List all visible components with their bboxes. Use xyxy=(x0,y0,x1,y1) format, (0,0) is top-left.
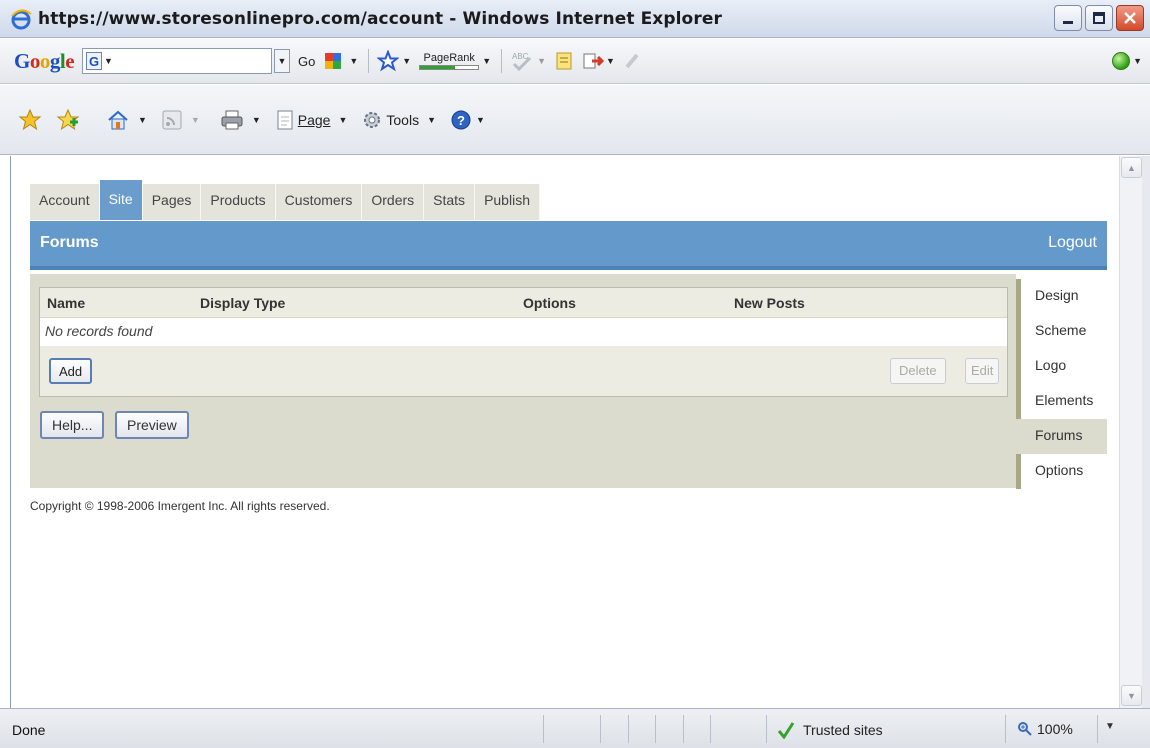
home-icon xyxy=(108,110,128,129)
feeds-button[interactable]: ▼ xyxy=(161,109,200,131)
close-button[interactable] xyxy=(1116,5,1144,31)
vertical-scrollbar[interactable]: ▲ ▼ xyxy=(1119,156,1142,708)
zoom-icon xyxy=(1018,722,1032,736)
forums-panel: Name Display Type Options New Posts No r… xyxy=(30,274,1016,488)
home-button[interactable]: ▼ xyxy=(106,108,147,132)
tools-menu[interactable]: Tools ▼ xyxy=(361,109,436,131)
add-favorites-icon[interactable] xyxy=(56,108,80,132)
copyright-text: Copyright © 1998-2006 Imergent Inc. All … xyxy=(30,499,330,513)
print-button[interactable]: ▼ xyxy=(220,109,261,131)
pagerank-indicator[interactable]: PageRank ▼ xyxy=(419,52,491,70)
gear-icon xyxy=(364,111,381,128)
security-zone[interactable]: Trusted sites xyxy=(777,721,883,739)
window-title: https://www.storesonlinepro.com/account … xyxy=(38,8,722,29)
logout-link[interactable]: Logout xyxy=(1048,234,1097,252)
zoom-dropdown-icon[interactable]: ▼ xyxy=(1105,721,1115,732)
forums-grid: Name Display Type Options New Posts No r… xyxy=(39,287,1008,397)
site-side-nav: Design Scheme Logo Elements Forums Optio… xyxy=(1016,279,1107,489)
internet-explorer-icon xyxy=(10,8,32,30)
tab-publish[interactable]: Publish xyxy=(475,184,540,220)
edit-button[interactable]: Edit xyxy=(965,358,1000,384)
empty-records-message: No records found xyxy=(40,318,1007,346)
spellcheck-icon[interactable]: ABC ▼ xyxy=(510,50,546,72)
close-icon xyxy=(1124,12,1136,24)
checkmark-icon xyxy=(777,722,795,739)
google-toolbar: Google G ▼ ▼ Go ▼ ▼ PageRank ▼ ABC ▼ ▼ ▼ xyxy=(0,39,1150,84)
side-nav-forums[interactable]: Forums xyxy=(1016,419,1107,454)
tab-site[interactable]: Site xyxy=(99,180,143,220)
tab-pages[interactable]: Pages xyxy=(143,184,202,220)
svg-text:?: ? xyxy=(457,113,465,128)
google-search-input[interactable]: G ▼ xyxy=(82,48,273,74)
bookmarks-star-icon[interactable]: ▼ xyxy=(377,50,411,72)
tab-orders[interactable]: Orders xyxy=(362,184,425,220)
chevron-down-icon[interactable]: ▼ xyxy=(104,56,113,66)
tab-stats[interactable]: Stats xyxy=(424,184,476,220)
google-g-icon: G xyxy=(86,52,103,70)
main-tabs: Account Site Pages Products Customers Or… xyxy=(30,180,540,220)
window-title-bar: https://www.storesonlinepro.com/account … xyxy=(0,0,1150,38)
page-title: Forums xyxy=(40,234,99,251)
minimize-icon xyxy=(1063,21,1073,24)
maximize-button[interactable] xyxy=(1085,5,1113,31)
svg-text:ABC: ABC xyxy=(512,52,529,61)
send-to-icon[interactable]: ▼ xyxy=(582,51,615,71)
status-indicator-icon[interactable] xyxy=(1112,52,1130,70)
column-header-options[interactable]: Options xyxy=(523,295,576,311)
help-icon: ? xyxy=(451,110,471,129)
delete-button[interactable]: Delete xyxy=(890,358,946,384)
column-header-new-posts[interactable]: New Posts xyxy=(734,295,805,311)
side-nav-design[interactable]: Design xyxy=(1016,279,1107,314)
column-header-display-type[interactable]: Display Type xyxy=(200,295,285,311)
help-menu[interactable]: ? ▼ xyxy=(450,109,485,131)
help-button[interactable]: Help... xyxy=(40,411,105,439)
page-icon xyxy=(277,110,293,129)
rss-feed-icon xyxy=(162,110,182,129)
google-logo: Google xyxy=(14,48,75,73)
scroll-up-icon[interactable]: ▲ xyxy=(1121,157,1142,178)
command-bar: ▼ ▼ ▼ Page ▼ Tools ▼ ? ▼ xyxy=(0,85,1150,155)
side-nav-scheme[interactable]: Scheme xyxy=(1016,314,1107,349)
minimize-button[interactable] xyxy=(1054,5,1082,31)
chevron-down-icon[interactable]: ▼ xyxy=(1133,56,1142,66)
zoom-level[interactable]: 100% xyxy=(1017,721,1073,737)
page-menu[interactable]: Page ▼ xyxy=(275,109,347,131)
maximize-icon xyxy=(1093,12,1105,24)
column-header-name[interactable]: Name xyxy=(47,295,85,311)
scroll-down-icon[interactable]: ▼ xyxy=(1121,685,1142,706)
grid-header: Name Display Type Options New Posts xyxy=(40,288,1007,318)
chevron-down-icon: ▼ xyxy=(277,56,287,66)
autofill-icon[interactable] xyxy=(554,51,574,71)
section-header: Forums Logout xyxy=(30,221,1107,270)
tab-account[interactable]: Account xyxy=(30,184,100,220)
side-nav-options[interactable]: Options xyxy=(1016,454,1107,489)
tab-products[interactable]: Products xyxy=(201,184,276,220)
side-nav-elements[interactable]: Elements xyxy=(1016,384,1107,419)
favorites-star-icon[interactable] xyxy=(18,108,42,132)
search-history-dropdown[interactable]: ▼ xyxy=(274,49,291,73)
go-button[interactable]: Go xyxy=(298,54,315,69)
printer-icon xyxy=(221,110,243,129)
google-apps-icon[interactable]: ▼ xyxy=(323,51,358,71)
side-nav-logo[interactable]: Logo xyxy=(1016,349,1107,384)
pencil-icon xyxy=(623,51,641,71)
status-bar: Done Trusted sites 100% ▼ xyxy=(0,708,1150,748)
preview-button[interactable]: Preview xyxy=(115,411,189,439)
status-text: Done xyxy=(12,722,46,738)
add-button[interactable]: Add xyxy=(49,358,93,384)
tab-customers[interactable]: Customers xyxy=(276,184,363,220)
